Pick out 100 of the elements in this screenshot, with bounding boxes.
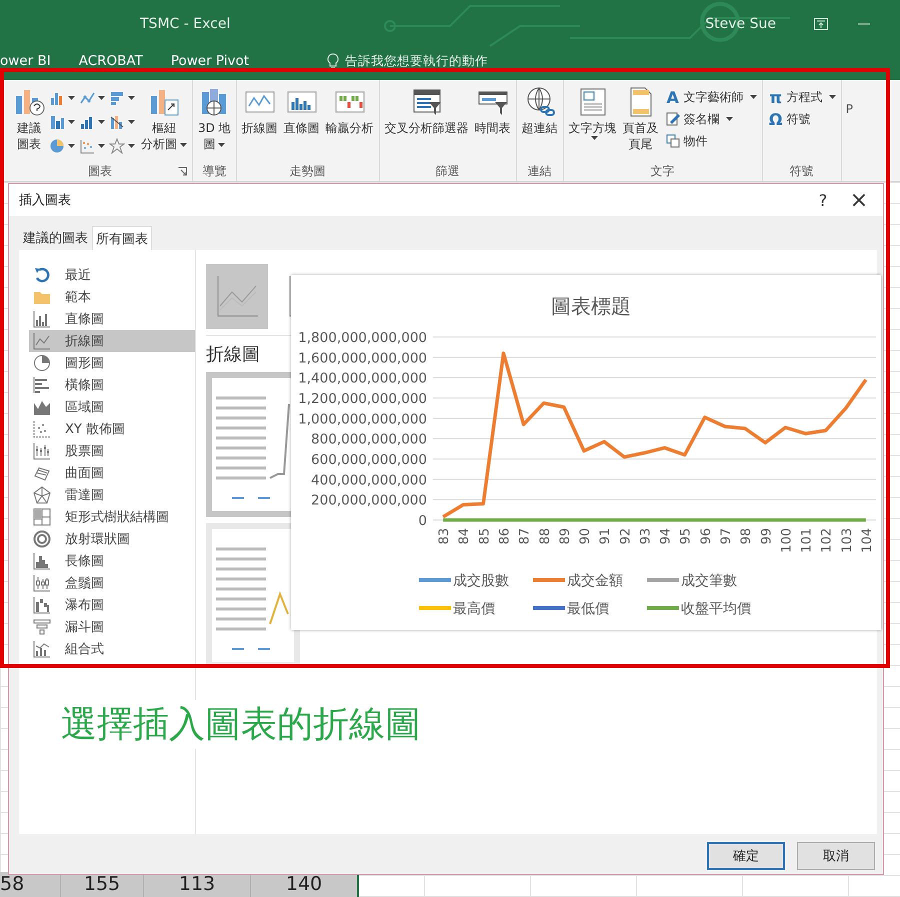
help-button[interactable]: ? [805, 186, 841, 214]
axis-tick-label: 94 [658, 528, 674, 545]
axis-tick-label: 1,200,000,000,000 [298, 391, 427, 407]
chart-type-icon [33, 332, 51, 350]
ribbon-group-label: 符號 [790, 162, 814, 180]
ribbon-group-label: 文字 [650, 162, 675, 180]
chart-type-icon [33, 508, 51, 526]
chart-type-icon [33, 376, 51, 394]
ribbon-button[interactable]: A 文字藝術師 [662, 86, 759, 108]
chart-subtype-heading: 折線圖 [206, 343, 260, 366]
chart-type-icon [33, 596, 51, 614]
axis-tick-label: 99 [759, 528, 774, 545]
ribbon-button[interactable]: 建議 圖表 [11, 86, 47, 152]
legend-item: 成交筆數 [647, 573, 737, 589]
chart-category-item[interactable]: 範本 [29, 286, 195, 308]
close-button[interactable]: × [841, 186, 877, 214]
chart-category-item[interactable]: 曲面圖 [29, 462, 195, 484]
menu-tab[interactable]: Power Pivot [170, 52, 250, 70]
caret-icon [590, 136, 598, 140]
chart-category-item[interactable]: 雷達圖 [29, 484, 195, 506]
axis-tick-label: 91 [598, 528, 614, 545]
legend-item: 成交金額 [533, 573, 623, 589]
chart-icon [79, 114, 95, 130]
caret-icon [98, 120, 105, 124]
legend-label: 成交金額 [567, 573, 623, 589]
ribbon-button[interactable]: 交叉分析篩選器 [382, 86, 471, 136]
tell-me-search-field[interactable]: 告訴我您想要執行的動作 [345, 52, 488, 70]
chart-category-item[interactable]: 漏斗圖 [29, 616, 195, 638]
legend-item: 最高價 [419, 601, 495, 617]
chart-type-icon [33, 420, 51, 438]
dialog-button[interactable]: 取消 [797, 842, 875, 870]
chart-category-item[interactable]: 股票圖 [29, 440, 195, 462]
chart-category-item[interactable]: 瀑布圖 [29, 594, 195, 616]
legend-item: 成交股數 [419, 573, 509, 589]
chart-category-item[interactable]: XY 散佈圖 [29, 418, 195, 440]
ribbon-button[interactable]: Ω 符號 [766, 108, 813, 130]
menu-tab[interactable]: ACROBAT [78, 52, 143, 70]
chart-category-item[interactable]: 長條圖 [29, 550, 195, 572]
ribbon-button[interactable]: 折線圖 [240, 86, 280, 136]
chart-type-icon [33, 310, 51, 328]
chart-category-item[interactable]: 矩形式樹狀結構圖 [29, 506, 195, 528]
ribbon-display-options-icon[interactable] [814, 18, 828, 30]
axis-tick-label: 88 [538, 528, 553, 545]
ribbon-button[interactable]: 直條圖 [282, 86, 322, 136]
chart-category-item[interactable]: 最近 [29, 264, 195, 286]
ribbon-icon [664, 111, 681, 127]
ribbon-button[interactable]: 簽名欄 [662, 108, 735, 130]
chart-category-item[interactable]: 盒鬚圖 [29, 572, 195, 594]
chart-category-item[interactable]: 橫條圖 [29, 374, 195, 396]
axis-tick-label: 600,000,000,000 [311, 452, 427, 468]
ribbon-group-label: 導覽 [202, 162, 226, 180]
axis-tick-label: 1,000,000,000,000 [298, 411, 427, 428]
ribbon-button[interactable]: 物件 [662, 130, 710, 152]
chart-category-item[interactable]: 組合式 [29, 638, 195, 660]
legend-label: 成交股數 [453, 573, 509, 589]
chart-icon [49, 138, 65, 154]
chart-type-icon [33, 574, 51, 592]
chart-type-icon [33, 640, 51, 658]
chart-category-item[interactable]: 圖形圖 [29, 352, 195, 374]
axis-tick-label: 90 [578, 528, 594, 545]
caret-icon [68, 96, 75, 100]
lightbulb-icon [327, 53, 340, 69]
axis-tick-label: 93 [638, 528, 654, 545]
ribbon-button[interactable]: 樞紐 分析圖 [139, 86, 189, 152]
axis-tick-label: 89 [558, 528, 573, 545]
chart-type-icon [33, 530, 51, 548]
chart-type-dropdown[interactable] [109, 136, 137, 156]
ribbon-button[interactable]: 輸贏分析 [324, 86, 376, 136]
ribbon-button[interactable]: π 方程式 [766, 86, 838, 108]
caret-icon [68, 120, 75, 124]
minimize-icon[interactable] [858, 23, 870, 25]
ribbon-button[interactable]: 3D 地 圖 [196, 86, 233, 152]
caret-icon [128, 96, 135, 100]
dialog-tab[interactable]: 建議的圖表 [19, 226, 92, 250]
axis-tick-label: 102 [820, 528, 835, 553]
ribbon-button[interactable]: 頁首及 頁尾 [620, 86, 661, 152]
dialog-title: 插入圖表 [19, 192, 72, 209]
chart-category-item[interactable]: 區域圖 [29, 396, 195, 418]
caret-icon [98, 144, 105, 148]
menu-tab[interactable]: ower BI [0, 52, 51, 70]
axis-tick-label: 92 [618, 528, 634, 545]
ribbon-button[interactable]: 超連結 [520, 86, 560, 136]
axis-tick-label: 100 [779, 528, 794, 553]
caret-icon [726, 117, 733, 121]
dialog-tab[interactable]: 所有圖表 [92, 226, 152, 250]
ribbon-icon [664, 133, 681, 149]
dialog-button[interactable]: 確定 [707, 842, 785, 870]
ribbon-button[interactable]: 文字方塊 [566, 86, 619, 140]
chart-icon [49, 114, 65, 130]
caret-icon [128, 144, 135, 148]
chart-category-item[interactable]: 放射環狀圖 [29, 528, 195, 550]
dialog-launcher-icon[interactable] [178, 167, 187, 176]
legend-label: 最低價 [567, 601, 609, 617]
chart-category-item[interactable]: 折線圖 [29, 330, 195, 352]
axis-tick-label: 0 [418, 513, 427, 529]
axis-tick-label: 104 [860, 528, 875, 553]
ribbon-button[interactable]: 時間表 [472, 86, 513, 136]
chart-subtype-thumbnail[interactable] [206, 264, 268, 329]
axis-tick-label: 103 [840, 528, 855, 553]
chart-category-item[interactable]: 直條圖 [29, 308, 195, 330]
